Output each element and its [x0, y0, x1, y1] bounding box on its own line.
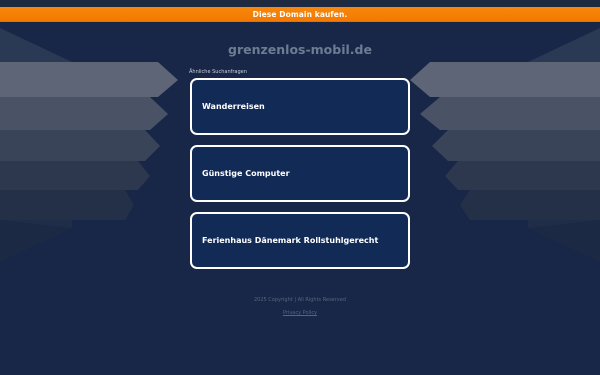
- page: Diese Domain kaufen. grenzenlos-mobil.de…: [0, 0, 600, 375]
- left-band-1: [0, 62, 178, 97]
- related-searches-label: Ähnliche Suchanfragen: [189, 69, 247, 75]
- related-search-ferienhaus-daenemark[interactable]: Ferienhaus Dänemark Rollstuhlgerecht: [190, 212, 410, 269]
- related-search-wanderreisen[interactable]: Wanderreisen: [190, 78, 410, 135]
- related-search-label: Ferienhaus Dänemark Rollstuhlgerecht: [202, 236, 379, 245]
- buy-domain-banner[interactable]: Diese Domain kaufen.: [0, 7, 600, 22]
- related-search-guenstige-computer[interactable]: Günstige Computer: [190, 145, 410, 202]
- domain-title: grenzenlos-mobil.de: [228, 42, 372, 57]
- right-band-3: [432, 130, 600, 161]
- copyright-text: 2025 Copyright | All Rights Reserved: [253, 297, 347, 303]
- right-band-1: [410, 62, 600, 97]
- buy-domain-banner-label: Diese Domain kaufen.: [252, 9, 348, 19]
- left-band-2: [0, 97, 168, 130]
- related-searches-list: Wanderreisen Günstige Computer Ferienhau…: [190, 78, 410, 279]
- related-search-label: Wanderreisen: [202, 102, 265, 111]
- related-search-label: Günstige Computer: [202, 169, 290, 178]
- top-strip: [0, 0, 600, 7]
- left-band-3: [0, 130, 160, 161]
- privacy-policy-link[interactable]: Privacy Policy: [0, 310, 600, 316]
- left-band-4: [0, 161, 150, 190]
- right-band-5: [460, 190, 600, 220]
- left-band-5: [0, 190, 134, 220]
- right-band-2: [420, 97, 600, 130]
- right-band-4: [445, 161, 600, 190]
